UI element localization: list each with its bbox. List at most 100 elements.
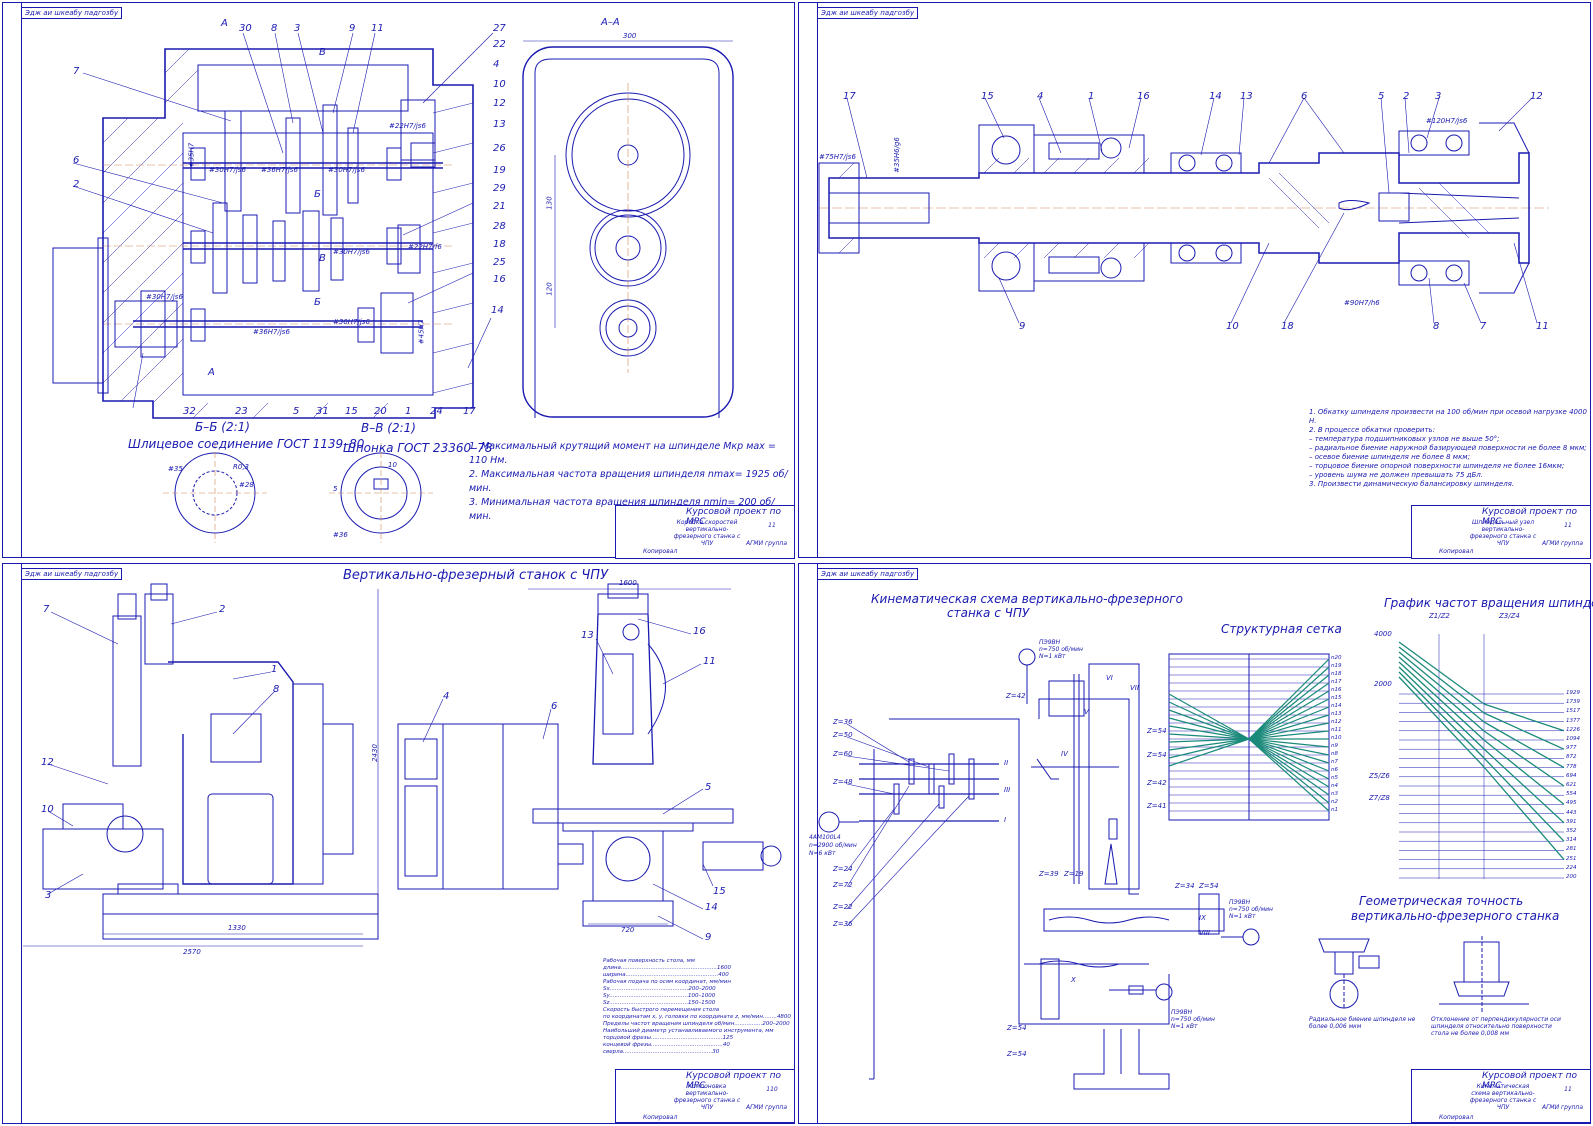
- layout-callout-13: 13: [581, 630, 594, 641]
- spec-11: Наибольший диаметр устанавливаемого инст…: [603, 1028, 774, 1034]
- spindle-note-8: 3. Произвести динамическую балансировку …: [1309, 480, 1515, 488]
- callout-17: 17: [463, 406, 476, 417]
- layout-callout-9: 9: [705, 932, 712, 943]
- motor-main-1: n=2900 об/мин: [809, 842, 857, 849]
- callout-32: 32: [183, 406, 196, 417]
- spindle-callout-18: 18: [1281, 321, 1294, 332]
- dim-2430: 2430: [370, 744, 379, 762]
- motor-top-2: N=1 кВт: [1039, 653, 1066, 660]
- ratio-z3z4: Z3/Z4: [1499, 612, 1520, 620]
- layout-callout-1: 1: [271, 664, 278, 675]
- motor-mid-0: ПЭ9ВН: [1229, 899, 1251, 906]
- note-1: 1. Максимальный крутящий момент на шпинд…: [469, 441, 776, 466]
- gear-right-9: Z=54: [1199, 882, 1219, 890]
- callout-23: 23: [235, 406, 248, 417]
- gear-left-6: Z=72: [833, 881, 853, 889]
- callout-22: 22: [493, 39, 506, 50]
- tb-name: Компоновка вертикально-фрезерного станка…: [673, 1083, 741, 1111]
- title-block: Курсовой проект по МРС Кинематическая сх…: [1411, 1069, 1591, 1123]
- callout-3: 3: [294, 23, 301, 34]
- spindle-fit-2: #35H6/g6: [892, 137, 901, 173]
- graph-speed-label: 352: [1566, 828, 1577, 834]
- grid-speed-label: n4: [1331, 783, 1338, 789]
- fit-4: #22H7/js6: [389, 122, 426, 130]
- spindle-callout-13: 13: [1240, 91, 1253, 102]
- callout-6: 6: [73, 155, 80, 166]
- spindle-note-2: 2. В процессе обкатки проверить:: [1309, 426, 1436, 434]
- gear-right-6: Z=39: [1039, 870, 1059, 878]
- layout-callout-4: 4: [443, 691, 450, 702]
- motor-main-0: 4AМ100L4: [809, 834, 841, 841]
- graph-speed-label: 554: [1566, 791, 1577, 798]
- dim-side-1: 130: [545, 196, 554, 210]
- graph-speed-label: 1226: [1566, 726, 1580, 733]
- grid-speed-label: n6: [1331, 767, 1338, 773]
- geo-caption-1: Радиальное биение шпинделя не более 0,00…: [1309, 1016, 1416, 1030]
- grid-speed-label: n12: [1331, 719, 1342, 725]
- callout-10: 10: [493, 79, 506, 90]
- tb-org: АГМИ группа: [1541, 1104, 1584, 1111]
- callout-24: 24: [430, 406, 443, 417]
- tb-sheet: 110: [766, 1086, 778, 1093]
- section-mark-v-top: В: [319, 47, 326, 58]
- spindle-note-1: 1. Обкатку шпинделя произвести на 100 об…: [1309, 408, 1587, 425]
- vv-dim-10: 10: [388, 461, 397, 469]
- section-mark-a-low: А: [208, 367, 215, 378]
- callout-27: 27: [493, 23, 506, 34]
- graph-speed-label: 224: [1566, 864, 1577, 871]
- spec-9: по координатам x, y, головки по координа…: [603, 1014, 791, 1020]
- spec-8: Скорость быстрого перемещения стола: [603, 1007, 720, 1013]
- fit-5: #30H7/js6: [333, 248, 370, 256]
- grid-speed-label: n10: [1331, 735, 1342, 741]
- grid-speed-label: n19: [1331, 663, 1342, 669]
- ratio-z1z2: Z1/Z2: [1429, 612, 1450, 620]
- fit-8: #30H7/js6: [146, 293, 183, 301]
- sheet-spindle: Эдж аи шкеабу падгозбу 17 15 4 1 16 14 1…: [798, 2, 1591, 559]
- graph-ray: [1483, 757, 1565, 842]
- grid-speed-label: n1: [1331, 807, 1338, 813]
- sheet-kinematics: Эдж аи шкеабу падгозбу Кинематическая сх…: [798, 563, 1593, 1124]
- spindle-callout-2: 2: [1403, 91, 1410, 102]
- tb-name: Кинематическая схема вертикально-фрезерн…: [1469, 1083, 1537, 1111]
- spindle-callout-4: 4: [1037, 91, 1044, 102]
- spec-4: Рабочая подача по осям координат, мм/мин: [603, 979, 731, 985]
- sheet-gearbox: Эдж аи шкеабу падгозбу А–А 300 130 120 А…: [2, 2, 795, 559]
- tb-bottom: Копировал: [1439, 1114, 1474, 1121]
- callout-19: 19: [493, 165, 506, 176]
- graph-speed-label: 778: [1566, 763, 1577, 770]
- spindle-callout-16: 16: [1137, 91, 1150, 102]
- spec-6: Sy......................................…: [603, 993, 716, 999]
- motor-low-1: n=750 об/мин: [1171, 1016, 1215, 1023]
- gear-right-2: Z=54: [1147, 727, 1167, 735]
- gear-left-4: Z=48: [833, 778, 853, 786]
- tb-org: АГМИ группа: [1541, 540, 1584, 547]
- motor-top-0: ПЭ9ВН: [1039, 639, 1061, 646]
- callout-21: 21: [493, 201, 506, 212]
- shaft-X: X: [1071, 976, 1076, 984]
- callout-1: 1: [405, 406, 412, 417]
- graph-speed-label: 443: [1566, 809, 1577, 816]
- spindle-fit-1: #75H7/js6: [819, 153, 856, 161]
- grid-speed-label: n11: [1331, 727, 1342, 733]
- fit-2: #36H7/js6: [261, 166, 298, 174]
- gear-left-7: Z=22: [833, 903, 853, 911]
- spec-14: сверла..................................…: [603, 1049, 720, 1055]
- dim-2570: 2570: [183, 948, 201, 956]
- spindle-callout-12: 12: [1530, 91, 1543, 102]
- geo-caption-2: Отклонение от перпендикулярности оси шпи…: [1431, 1016, 1561, 1037]
- shaft-IV: IV: [1061, 750, 1068, 758]
- tb-sheet: 11: [1564, 522, 1572, 529]
- callout-7: 7: [73, 66, 80, 77]
- spindle-notes: 1. Обкатку шпинделя произвести на 100 об…: [1309, 408, 1590, 489]
- spindle-note-4: – радиальное биение наружной базирующей …: [1309, 444, 1587, 452]
- fit-6: #36H7/js6: [253, 328, 290, 336]
- spindle-note-5: – осевое биение шпинделя не более 8 мкм;: [1309, 453, 1470, 461]
- spec-10: Пределы частот вращения шпинделя об/мин.…: [603, 1021, 790, 1027]
- callout-30: 30: [239, 23, 252, 34]
- grid-ray: [1248, 666, 1330, 740]
- gear-left-1: Z=36: [833, 718, 853, 726]
- fit-7: #30H7/js6: [333, 318, 370, 326]
- tb-name: Коробка скоростей вертикально-фрезерного…: [673, 519, 741, 547]
- section-mark-v-mid: В: [319, 253, 326, 264]
- graph-ray: [1398, 651, 1485, 723]
